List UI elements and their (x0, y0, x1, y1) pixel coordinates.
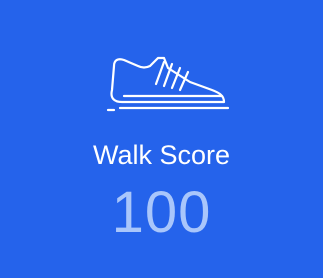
shoe-icon (104, 50, 236, 114)
walk-score-card: Walk Score 100 (0, 0, 323, 278)
walk-score-label: Walk Score (92, 140, 231, 170)
walk-score-value: 100 (111, 180, 212, 245)
